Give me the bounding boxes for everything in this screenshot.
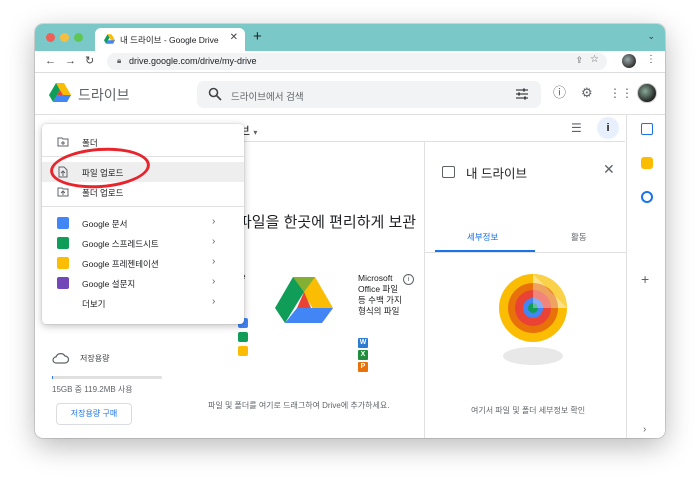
excel-icon: X bbox=[358, 350, 368, 360]
details-title: 내 드라이브 bbox=[466, 167, 527, 181]
menu-divider bbox=[42, 206, 244, 207]
help-icon[interactable]: ⓘ bbox=[553, 85, 566, 101]
tab-search-icon[interactable]: ⌄ bbox=[647, 31, 655, 42]
forms-icon bbox=[57, 277, 69, 289]
close-icon[interactable]: ✕ bbox=[603, 161, 615, 178]
share-icon[interactable]: ⇪ bbox=[575, 55, 583, 66]
address-bar[interactable]: 🔒︎ drive.google.com/drive/my-drive ⇪ ☆ bbox=[107, 53, 607, 70]
maximize-window-button[interactable] bbox=[74, 33, 83, 42]
details-panel: 내 드라이브 ✕ 세부정보 활동 여기서 파일 및 폴더 세부정보 확인 bbox=[424, 142, 627, 438]
bookmark-star-icon[interactable]: ☆ bbox=[590, 54, 599, 65]
menu-item-google-sheets[interactable]: Google 스프레드시트 › bbox=[42, 233, 244, 253]
menu-item-label: 폴더 업로드 bbox=[82, 188, 124, 198]
apps-grid-icon[interactable]: ⋮⋮ bbox=[609, 85, 633, 101]
reload-icon[interactable]: ↻ bbox=[85, 54, 94, 68]
slides-icon bbox=[57, 257, 69, 269]
account-avatar[interactable] bbox=[637, 83, 657, 103]
browser-menu-icon[interactable]: ⋮ bbox=[646, 54, 656, 65]
tasks-icon[interactable] bbox=[641, 191, 653, 203]
cloud-icon bbox=[52, 353, 69, 364]
lock-icon: 🔒︎ bbox=[117, 56, 122, 65]
storage-label[interactable]: 저장용량 bbox=[80, 353, 109, 364]
app-name: 드라이브 bbox=[78, 87, 130, 103]
info-icon[interactable]: i bbox=[403, 274, 414, 285]
sheets-mini-icon bbox=[238, 332, 248, 342]
empty-state-title: 파일을 한곳에 편리하게 보관 bbox=[238, 214, 417, 231]
browser-tab[interactable]: 내 드라이브 - Google Drive ✕ bbox=[95, 28, 245, 51]
view-details-info-icon[interactable]: i bbox=[597, 117, 619, 139]
back-icon[interactable]: ← bbox=[45, 54, 56, 68]
side-panel-rail: + › bbox=[626, 115, 665, 438]
buy-storage-button[interactable]: 저장용량 구매 bbox=[56, 403, 132, 425]
storage-usage-fill bbox=[52, 376, 54, 379]
tab-activity[interactable]: 활동 bbox=[571, 231, 587, 243]
sheets-icon bbox=[57, 237, 69, 249]
menu-item-google-forms[interactable]: Google 설문지 › bbox=[42, 273, 244, 293]
menu-item-label: Google 설문지 bbox=[82, 279, 136, 289]
chevron-right-icon: › bbox=[212, 256, 216, 267]
chevron-right-icon: › bbox=[212, 296, 216, 307]
docs-icon bbox=[57, 217, 69, 229]
powerpoint-icon: P bbox=[358, 362, 368, 372]
tabs-divider bbox=[425, 252, 627, 253]
word-icon: W bbox=[358, 338, 368, 348]
keep-icon[interactable] bbox=[641, 157, 653, 169]
search-options-icon[interactable] bbox=[515, 87, 529, 101]
expand-panel-chevron-icon[interactable]: › bbox=[643, 424, 646, 435]
active-tab-indicator bbox=[435, 250, 535, 252]
search-icon[interactable] bbox=[208, 87, 222, 101]
drive-favicon-icon bbox=[104, 34, 115, 44]
calendar-icon[interactable] bbox=[641, 123, 653, 135]
tab-close-icon[interactable]: ✕ bbox=[230, 32, 238, 43]
search-input[interactable]: 드라이브에서 검색 bbox=[231, 89, 304, 103]
menu-item-google-docs[interactable]: Google 문서 › bbox=[42, 213, 244, 233]
list-view-icon[interactable]: ☰ bbox=[571, 121, 582, 135]
tab-strip: 내 드라이브 - Google Drive ✕ + ⌄ bbox=[35, 24, 665, 51]
menu-item-label: 폴더 bbox=[82, 138, 98, 148]
empty-state-subtitle: 파일 및 폴더를 여기로 드래그하여 Drive에 추가하세요. bbox=[208, 401, 390, 410]
drive-header: 드라이브 드라이브에서 검색 ⓘ ⚙ ⋮⋮ bbox=[35, 73, 665, 115]
close-window-button[interactable] bbox=[46, 33, 55, 42]
slides-mini-icon bbox=[238, 346, 248, 356]
storage-usage-bar bbox=[52, 376, 162, 379]
forward-icon[interactable]: → bbox=[65, 54, 76, 68]
url-text: drive.google.com/drive/my-drive bbox=[129, 56, 257, 66]
chevron-right-icon: › bbox=[212, 216, 216, 227]
browser-profile-avatar[interactable] bbox=[622, 54, 636, 68]
tab-details[interactable]: 세부정보 bbox=[467, 231, 498, 243]
search-bar[interactable]: 드라이브에서 검색 bbox=[197, 81, 541, 108]
settings-gear-icon[interactable]: ⚙ bbox=[581, 85, 593, 101]
chevron-right-icon: › bbox=[212, 236, 216, 247]
details-illustration bbox=[499, 274, 567, 365]
menu-item-folder[interactable]: 폴더 bbox=[42, 132, 244, 152]
storage-usage-text: 15GB 중 119.2MB 사용 bbox=[52, 385, 133, 394]
menu-item-label: Google 프레젠테이션 bbox=[82, 259, 159, 269]
menu-item-google-slides[interactable]: Google 프레젠테이션 › bbox=[42, 253, 244, 273]
new-folder-icon bbox=[57, 137, 69, 147]
minimize-window-button[interactable] bbox=[60, 33, 69, 42]
menu-item-label: Google 스프레드시트 bbox=[82, 239, 159, 249]
menu-item-label: Google 문서 bbox=[82, 219, 128, 229]
chevron-right-icon: › bbox=[212, 276, 216, 287]
drive-illustration-icon bbox=[275, 277, 333, 323]
folder-upload-icon bbox=[57, 187, 69, 197]
breadcrumb: 브 ▾ ☰ i bbox=[185, 115, 625, 142]
ms-office-text: Microsoft Office 파일 등 수백 가지 형식의 파일 bbox=[358, 273, 402, 316]
browser-toolbar: ← → ↻ 🔒︎ drive.google.com/drive/my-drive… bbox=[35, 51, 665, 73]
details-caption: 여기서 파일 및 폴더 세부정보 확인 bbox=[471, 406, 586, 415]
menu-item-more[interactable]: 더보기 › bbox=[42, 293, 244, 313]
drive-logo-icon[interactable] bbox=[49, 83, 71, 102]
tab-title: 내 드라이브 - Google Drive bbox=[120, 35, 219, 45]
new-tab-button[interactable]: + bbox=[253, 29, 262, 44]
menu-item-label: 더보기 bbox=[82, 299, 106, 309]
add-addon-icon[interactable]: + bbox=[641, 271, 649, 287]
my-drive-icon bbox=[442, 166, 455, 178]
